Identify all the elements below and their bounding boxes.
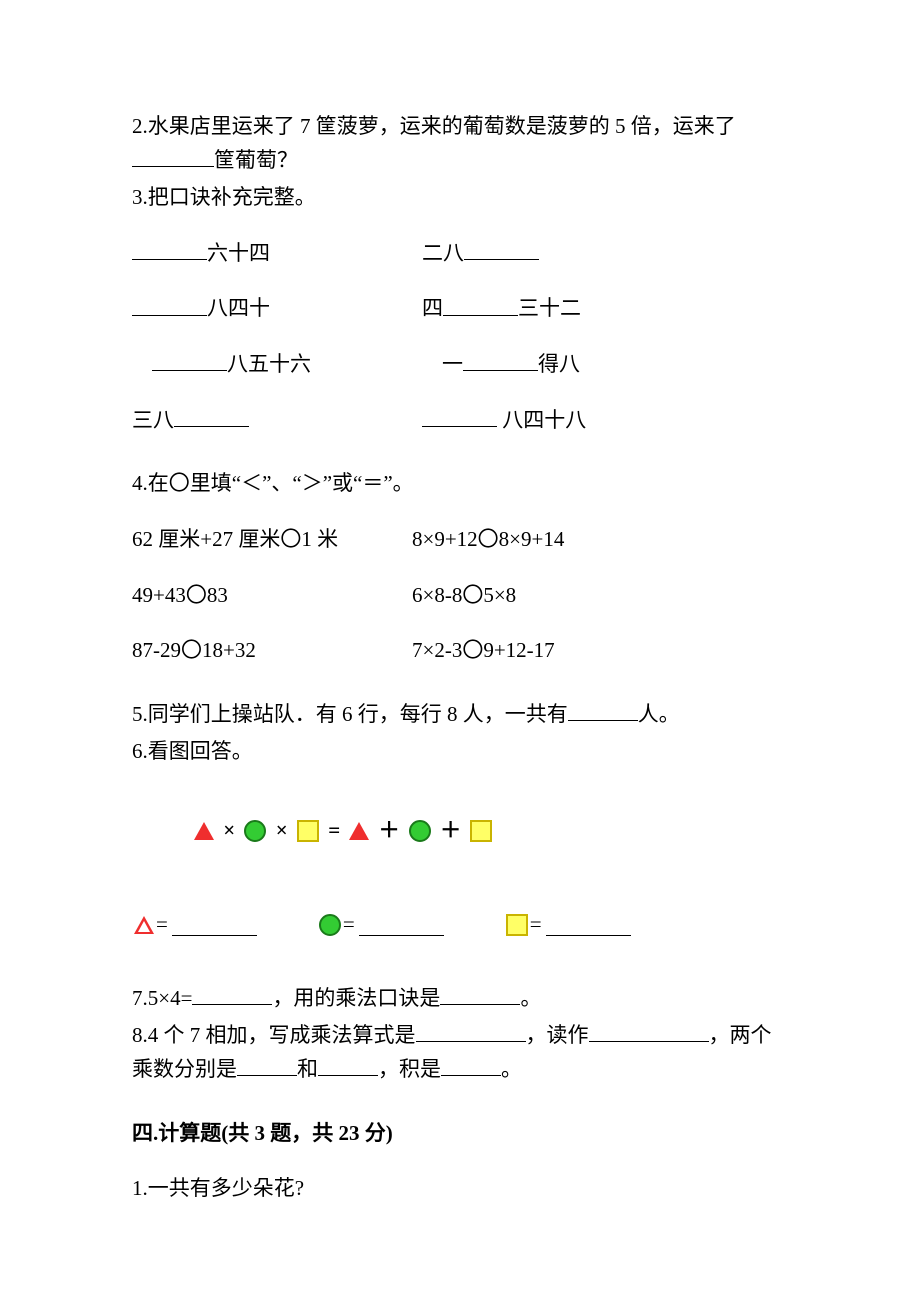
q3-blank[interactable]	[422, 404, 497, 427]
q3-text: 一	[442, 352, 463, 376]
question-8: 8.4 个 7 相加，写成乘法算式是，读作，两个乘数分别是和，积是。	[132, 1019, 790, 1086]
q3-text: 四	[422, 297, 443, 321]
equals-label: =	[156, 908, 168, 942]
q7-p3: 。	[520, 986, 541, 1010]
q5-blank[interactable]	[568, 698, 638, 721]
q3-row-2: 八四十 四 三十二	[132, 292, 790, 326]
q8-blank[interactable]	[416, 1019, 526, 1042]
circle-icon	[319, 914, 341, 936]
multiply-icon: ×	[274, 814, 290, 848]
q8-p1: 8.4 个 7 相加，写成乘法算式是	[132, 1023, 416, 1047]
q6-blank[interactable]	[359, 913, 444, 936]
q4-right: 7×2-3〇9+12-17	[412, 634, 790, 668]
equals-label: =	[530, 908, 542, 942]
q8-blank[interactable]	[441, 1053, 501, 1076]
q4-row-2: 49+43〇83 6×8-8〇5×8	[132, 579, 790, 613]
q5-suffix: 人。	[638, 702, 680, 726]
q3-text: 八五十六	[227, 352, 311, 376]
question-5: 5.同学们上操站队．有 6 行，每行 8 人，一共有 人。	[132, 698, 790, 732]
equals-icon: =	[326, 814, 342, 848]
q4-left: 62 厘米+27 厘米〇1 米	[132, 523, 412, 557]
q2-prefix: 2.水果店里运来了 7 筐菠萝，运来的葡萄数是菠萝的 5 倍，运来了	[132, 114, 736, 138]
q3-blank[interactable]	[464, 237, 539, 260]
q4-right: 8×9+12〇8×9+14	[412, 523, 790, 557]
question-6-title: 6.看图回答。	[132, 735, 790, 769]
q4-row-1: 62 厘米+27 厘米〇1 米 8×9+12〇8×9+14	[132, 523, 790, 557]
triangle-icon	[194, 822, 214, 840]
q6-blank[interactable]	[172, 913, 257, 936]
question-7: 7.5×4= ，用的乘法口诀是 。	[132, 982, 790, 1016]
q6-answer-triangle: =	[132, 908, 257, 942]
q3-text: 三十二	[518, 297, 581, 321]
q2-blank[interactable]	[132, 144, 214, 167]
q3-text: 八四十八	[497, 408, 586, 432]
q3-blank[interactable]	[174, 404, 249, 427]
q5-prefix: 5.同学们上操站队．有 6 行，每行 8 人，一共有	[132, 702, 568, 726]
q3-blank[interactable]	[443, 292, 518, 315]
q3-text: 八四十	[207, 297, 270, 321]
s4-question-1: 1.一共有多少朵花?	[132, 1172, 790, 1206]
section-4-title: 四.计算题(共 3 题，共 23 分)	[132, 1117, 790, 1151]
circle-icon	[409, 820, 431, 842]
plus-icon: ＋	[377, 814, 402, 848]
q7-p2: ，用的乘法口诀是	[272, 986, 440, 1010]
q6-answers: = = =	[132, 908, 790, 942]
question-4-title: 4.在〇里填“＜”、“＞”或“＝”。	[132, 467, 790, 501]
q6-blank[interactable]	[546, 913, 631, 936]
q2-suffix: 筐葡萄？	[214, 148, 298, 172]
q8-p6: 。	[501, 1057, 522, 1081]
q3-text: 二八	[422, 241, 464, 265]
equals-label: =	[343, 908, 355, 942]
q4-left: 49+43〇83	[132, 579, 412, 613]
q3-row-4: 三八 八四十八	[132, 404, 790, 438]
plus-icon: ＋	[438, 814, 463, 848]
multiply-icon: ×	[221, 814, 237, 848]
q3-text: 三八	[132, 408, 174, 432]
circle-icon	[244, 820, 266, 842]
square-icon	[470, 820, 492, 842]
q3-text: 六十四	[207, 241, 270, 265]
question-3-title: 3.把口诀补充完整。	[132, 181, 790, 215]
q6-answer-square: =	[504, 908, 631, 942]
q8-p5: ，积是	[378, 1057, 441, 1081]
q8-blank[interactable]	[318, 1053, 378, 1076]
square-icon	[297, 820, 319, 842]
q8-p2: ，读作	[526, 1023, 589, 1047]
q3-blank[interactable]	[132, 237, 207, 260]
triangle-icon	[349, 822, 369, 840]
q3-blank[interactable]	[132, 292, 207, 315]
q7-blank[interactable]	[440, 982, 520, 1005]
q7-p1: 7.5×4=	[132, 986, 192, 1010]
q4-row-3: 87-29〇18+32 7×2-3〇9+12-17	[132, 634, 790, 668]
q4-left: 87-29〇18+32	[132, 634, 412, 668]
q7-blank[interactable]	[192, 982, 272, 1005]
q4-right: 6×8-8〇5×8	[412, 579, 790, 613]
q3-blank[interactable]	[463, 348, 538, 371]
square-icon	[506, 914, 528, 936]
triangle-icon	[134, 916, 154, 934]
q6-answer-circle: =	[317, 908, 444, 942]
q6-equation: × × = ＋ ＋	[132, 813, 790, 848]
q3-text: 得八	[538, 352, 580, 376]
q3-blank[interactable]	[152, 348, 227, 371]
q3-row-3: 八五十六 一 得八	[132, 348, 790, 382]
q8-blank[interactable]	[237, 1053, 297, 1076]
q8-blank[interactable]	[589, 1019, 709, 1042]
question-2: 2.水果店里运来了 7 筐菠萝，运来的葡萄数是菠萝的 5 倍，运来了筐葡萄？	[132, 110, 790, 177]
q8-p4: 和	[297, 1057, 318, 1081]
q3-row-1: 六十四 二八	[132, 237, 790, 271]
